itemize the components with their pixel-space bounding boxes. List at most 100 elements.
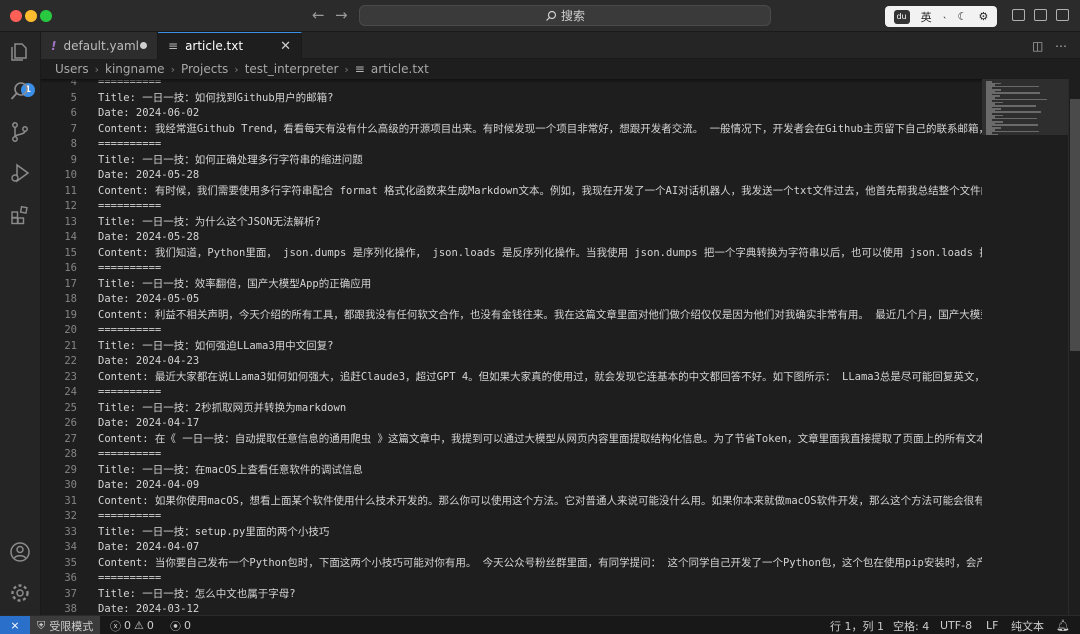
- editor-line[interactable]: 26 Date: 2024-04-17: [41, 416, 982, 432]
- line-text[interactable]: Title: 一日一技：在macOS上查看任意软件的调试信息: [98, 463, 363, 479]
- manage-gear-icon[interactable]: [8, 581, 32, 605]
- breadcrumb-article-txt[interactable]: article.txt: [371, 62, 429, 76]
- split-editor-icon[interactable]: ◫: [1032, 39, 1043, 53]
- minimap[interactable]: [982, 79, 1068, 615]
- line-text[interactable]: ==========: [98, 447, 161, 463]
- toggle-panel-icon[interactable]: [1012, 9, 1025, 21]
- editor-line[interactable]: 16 ==========: [41, 261, 982, 277]
- line-text[interactable]: Date: 2024-06-02: [98, 106, 199, 122]
- vertical-scrollbar[interactable]: [1068, 79, 1080, 615]
- ime-toolbar[interactable]: du 英 ˴ ☾ ⚙: [885, 6, 997, 27]
- line-text[interactable]: Date: 2024-04-17: [98, 416, 199, 432]
- line-text[interactable]: Content: 在《 一日一技：自动提取任意信息的通用爬虫 》这篇文章中，我提…: [98, 432, 982, 448]
- ime-punctuation-icon[interactable]: ˴: [943, 10, 947, 23]
- editor-line[interactable]: 14 Date: 2024-05-28: [41, 230, 982, 246]
- breadcrumb-projects[interactable]: Projects: [181, 62, 228, 76]
- editor-line[interactable]: 19 Content: 利益不相关声明，今天介绍的所有工具，都跟我没有任何软文合作…: [41, 308, 982, 324]
- line-text[interactable]: Date: 2024-05-05: [98, 292, 199, 308]
- line-text[interactable]: Content: 当你要自己发布一个Python包时，下面这两个小技巧可能对你有…: [98, 556, 982, 572]
- remote-indicator-icon[interactable]: ⨯: [0, 616, 30, 634]
- line-text[interactable]: ==========: [98, 261, 161, 277]
- editor-line[interactable]: 33 Title: 一日一技：setup.py里面的两个小技巧: [41, 525, 982, 541]
- editor-line[interactable]: 15 Content: 我们知道，Python里面， json.dumps 是序列…: [41, 246, 982, 262]
- notifications-bell-icon[interactable]: 🔔︎: [1056, 616, 1070, 634]
- line-text[interactable]: Title: 一日一技：如何正确处理多行字符串的缩进问题: [98, 153, 363, 169]
- ime-language-toggle[interactable]: 英: [921, 9, 932, 25]
- line-text[interactable]: Content: 我们知道，Python里面， json.dumps 是序列化操…: [98, 246, 982, 262]
- restricted-mode-indicator[interactable]: ⛨ 受限模式: [30, 616, 101, 634]
- line-text[interactable]: Date: 2024-04-07: [98, 540, 199, 556]
- editor-line[interactable]: 37 Title: 一日一技：怎么中文也属于字母?: [41, 587, 982, 603]
- cursor-position[interactable]: 行 1，列 1: [830, 616, 884, 634]
- editor-line[interactable]: 18 Date: 2024-05-05: [41, 292, 982, 308]
- breadcrumb-users[interactable]: Users: [55, 62, 89, 76]
- problems-indicator[interactable]: ⓧ 0 ⚠ 0: [110, 616, 154, 634]
- tab-default-yaml[interactable]: ! default.yaml: [41, 32, 158, 59]
- line-text[interactable]: Date: 2024-03-12: [98, 602, 199, 615]
- breadcrumb-kingname[interactable]: kingname: [105, 62, 165, 76]
- explorer-icon[interactable]: [8, 40, 32, 64]
- indentation-setting[interactable]: 空格: 4: [893, 616, 929, 634]
- line-text[interactable]: Title: 一日一技：怎么中文也属于字母?: [98, 587, 296, 603]
- tab-article-txt[interactable]: ≡ article.txt ✕: [158, 32, 302, 59]
- editor-line[interactable]: 21 Title: 一日一技：如何强迫LLama3用中文回复?: [41, 339, 982, 355]
- minimize-window-button[interactable]: [25, 10, 37, 22]
- breadcrumb-test-interpreter[interactable]: test_interpreter: [245, 62, 339, 76]
- close-window-button[interactable]: [10, 10, 22, 22]
- editor-line[interactable]: 10 Date: 2024-05-28: [41, 168, 982, 184]
- editor-line[interactable]: 29 Title: 一日一技：在macOS上查看任意软件的调试信息: [41, 463, 982, 479]
- line-text[interactable]: Date: 2024-04-23: [98, 354, 199, 370]
- search-sidebar-icon[interactable]: [8, 79, 32, 103]
- editor-line[interactable]: 25 Title: 一日一技：2秒抓取网页并转换为markdown: [41, 401, 982, 417]
- ime-settings-icon[interactable]: ⚙: [979, 10, 989, 23]
- line-text[interactable]: ==========: [98, 323, 161, 339]
- line-text[interactable]: Title: 一日一技：setup.py里面的两个小技巧: [98, 525, 329, 541]
- command-center-search[interactable]: 搜索: [359, 5, 771, 26]
- editor-line[interactable]: 30 Date: 2024-04-09: [41, 478, 982, 494]
- source-control-icon[interactable]: [8, 120, 32, 144]
- line-text[interactable]: ==========: [98, 509, 161, 525]
- editor-line[interactable]: 22 Date: 2024-04-23: [41, 354, 982, 370]
- editor-line[interactable]: 32 ==========: [41, 509, 982, 525]
- extensions-icon[interactable]: [8, 203, 32, 227]
- language-mode[interactable]: 纯文本: [1011, 616, 1044, 634]
- scrollbar-thumb[interactable]: [1070, 99, 1080, 351]
- editor-line[interactable]: 27 Content: 在《 一日一技：自动提取任意信息的通用爬虫 》这篇文章中，…: [41, 432, 982, 448]
- line-text[interactable]: Content: 有时候，我们需要使用多行字符串配合 format 格式化函数来…: [98, 184, 982, 200]
- ports-indicator[interactable]: ⦿ 0: [170, 616, 191, 634]
- unsaved-dot-icon[interactable]: [140, 42, 147, 49]
- editor-line[interactable]: 38 Date: 2024-03-12: [41, 602, 982, 615]
- editor-line[interactable]: 6 Date: 2024-06-02: [41, 106, 982, 122]
- close-tab-icon[interactable]: ✕: [280, 39, 291, 54]
- line-text[interactable]: Content: 我经常逛Github Trend，看看每天有没有什么高级的开源…: [98, 122, 982, 138]
- editor-line[interactable]: 28 ==========: [41, 447, 982, 463]
- eol-setting[interactable]: LF: [986, 616, 998, 634]
- editor-line[interactable]: 24 ==========: [41, 385, 982, 401]
- editor-line[interactable]: 20 ==========: [41, 323, 982, 339]
- editor-line[interactable]: 8 ==========: [41, 137, 982, 153]
- editor-line[interactable]: 13 Title: 一日一技：为什么这个JSON无法解析?: [41, 215, 982, 231]
- editor-line[interactable]: 5 Title: 一日一技：如何找到Github用户的邮箱?: [41, 91, 982, 107]
- forward-arrow-icon[interactable]: →: [335, 6, 348, 24]
- line-text[interactable]: ==========: [98, 385, 161, 401]
- editor-line[interactable]: 17 Title: 一日一技：效率翻倍，国产大模型App的正确应用: [41, 277, 982, 293]
- editor-line[interactable]: 9 Title: 一日一技：如何正确处理多行字符串的缩进问题: [41, 153, 982, 169]
- more-actions-icon[interactable]: ⋯: [1055, 39, 1067, 53]
- toggle-secondary-sidebar-icon[interactable]: [1034, 9, 1047, 21]
- line-text[interactable]: Date: 2024-05-28: [98, 230, 199, 246]
- encoding-setting[interactable]: UTF-8: [940, 616, 972, 634]
- line-text[interactable]: Date: 2024-04-09: [98, 478, 199, 494]
- line-text[interactable]: Title: 一日一技：如何强迫LLama3用中文回复?: [98, 339, 334, 355]
- line-text[interactable]: Title: 一日一技：2秒抓取网页并转换为markdown: [98, 401, 346, 417]
- line-text[interactable]: Title: 一日一技：效率翻倍，国产大模型App的正确应用: [98, 277, 371, 293]
- editor-line[interactable]: 23 Content: 最近大家都在说LLama3如何如何强大，追赶Claude3…: [41, 370, 982, 386]
- run-debug-icon[interactable]: [8, 161, 32, 185]
- line-text[interactable]: Content: 最近大家都在说LLama3如何如何强大，追赶Claude3，超…: [98, 370, 982, 386]
- editor-line[interactable]: 31 Content: 如果你使用macOS，想看上面某个软件使用什么技术开发的。…: [41, 494, 982, 510]
- line-text[interactable]: Content: 利益不相关声明，今天介绍的所有工具，都跟我没有任何软文合作，也…: [98, 308, 982, 324]
- account-icon[interactable]: [8, 540, 32, 564]
- editor-text-area[interactable]: 4 ========== 5 Title: 一日一技：如何找到Github用户的邮箱?…: [41, 79, 982, 615]
- line-text[interactable]: Content: 如果你使用macOS，想看上面某个软件使用什么技术开发的。那么…: [98, 494, 982, 510]
- ime-moon-icon[interactable]: ☾: [958, 10, 968, 23]
- editor-line[interactable]: 36 ==========: [41, 571, 982, 587]
